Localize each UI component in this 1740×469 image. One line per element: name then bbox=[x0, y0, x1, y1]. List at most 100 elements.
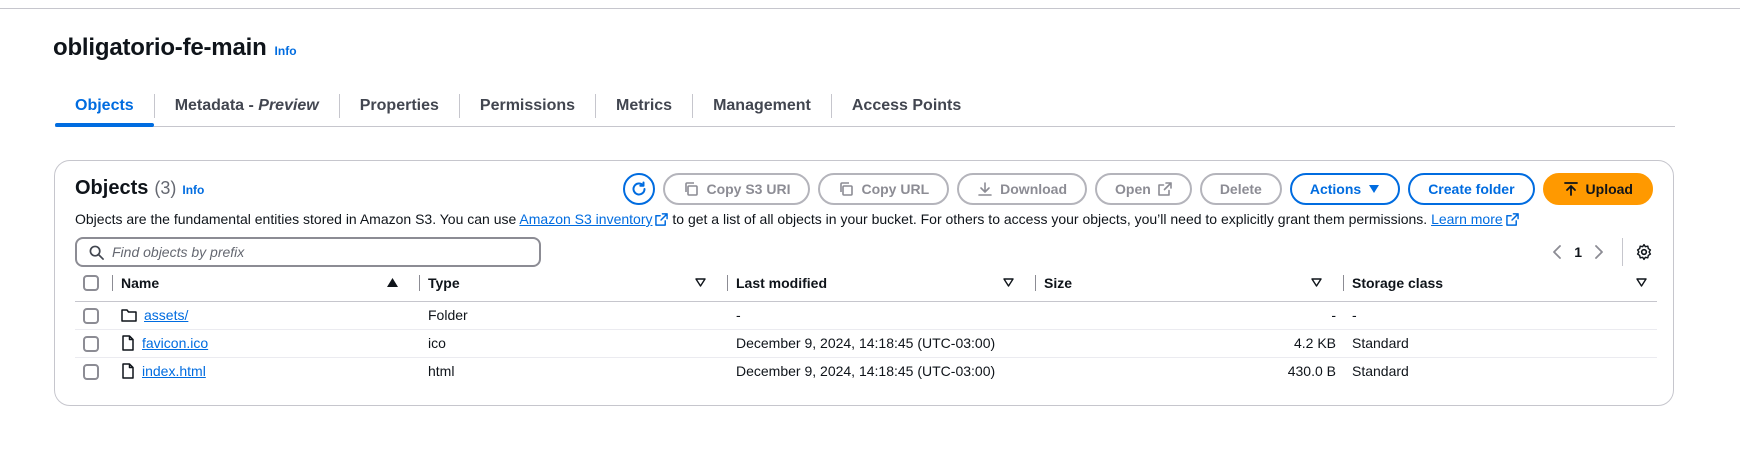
tab-properties[interactable]: Properties bbox=[340, 86, 459, 126]
file-icon bbox=[122, 335, 134, 351]
object-name-link[interactable]: favicon.ico bbox=[142, 335, 208, 351]
objects-panel: Objects (3) Info Copy S3 URI Copy URL Do… bbox=[54, 160, 1674, 406]
bucket-header: obligatorio-fe-main Info bbox=[53, 34, 297, 62]
gear-icon bbox=[1636, 243, 1652, 261]
delete-label: Delete bbox=[1219, 181, 1262, 197]
object-size: 430.0 B bbox=[1287, 363, 1336, 380]
bucket-info-link[interactable]: Info bbox=[275, 44, 297, 58]
tab-label: Management bbox=[713, 97, 811, 114]
tab-label: Access Points bbox=[851, 97, 962, 114]
tab-objects[interactable]: Objects bbox=[55, 86, 154, 127]
row-checkbox[interactable] bbox=[83, 307, 99, 324]
caret-down-icon bbox=[1369, 185, 1380, 193]
pager-divider bbox=[1622, 238, 1623, 266]
object-type: html bbox=[428, 363, 455, 380]
column-header-last-modified[interactable]: Last modified bbox=[728, 265, 1036, 302]
copy-s3-uri-label: Copy S3 URI bbox=[706, 181, 791, 197]
tab-metadata[interactable]: Metadata - Preview bbox=[155, 86, 339, 126]
object-last-modified: - bbox=[728, 301, 1036, 330]
description-text: Objects are the fundamental entities sto… bbox=[75, 211, 520, 227]
current-page[interactable]: 1 bbox=[1574, 244, 1582, 260]
tab-permissions[interactable]: Permissions bbox=[460, 86, 595, 126]
next-page-button[interactable] bbox=[1594, 244, 1604, 260]
row-checkbox[interactable] bbox=[83, 363, 99, 380]
table-row[interactable]: index.html html December 9, 2024, 14:18:… bbox=[75, 357, 1657, 385]
column-label: Type bbox=[428, 274, 460, 291]
download-label: Download bbox=[1000, 181, 1068, 197]
object-storage-class: - bbox=[1344, 301, 1657, 330]
chevron-right-icon bbox=[1595, 245, 1603, 259]
column-header-storage-class[interactable]: Storage class bbox=[1344, 265, 1657, 302]
objects-description: Objects are the fundamental entities sto… bbox=[75, 211, 1519, 227]
object-name-link[interactable]: index.html bbox=[142, 363, 206, 379]
copy-icon bbox=[840, 182, 854, 196]
sort-icon bbox=[1311, 278, 1322, 287]
object-name-link[interactable]: assets/ bbox=[144, 307, 188, 323]
tab-label: Objects bbox=[75, 97, 134, 114]
download-button[interactable]: Download bbox=[957, 173, 1088, 205]
column-label: Storage class bbox=[1352, 274, 1444, 291]
upload-button[interactable]: Upload bbox=[1542, 173, 1653, 205]
chevron-left-icon bbox=[1553, 245, 1562, 259]
column-header-name[interactable]: Name bbox=[113, 265, 420, 302]
upload-icon bbox=[1563, 182, 1578, 196]
upload-label: Upload bbox=[1585, 181, 1633, 197]
column-header-type[interactable]: Type bbox=[420, 265, 728, 302]
table-header-row: Name Type Last modified Size Storage cla… bbox=[75, 265, 1657, 302]
copy-s3-uri-button[interactable]: Copy S3 URI bbox=[663, 173, 811, 205]
search-icon bbox=[89, 245, 104, 260]
objects-panel-header: Objects (3) Info bbox=[75, 177, 204, 200]
object-type: ico bbox=[420, 329, 728, 358]
bucket-tabs: Objects Metadata - Preview Properties Pe… bbox=[55, 86, 1675, 127]
learn-more-link[interactable]: Learn more bbox=[1431, 211, 1503, 227]
actions-dropdown-button[interactable]: Actions bbox=[1289, 173, 1401, 205]
tab-label-suffix: Preview bbox=[258, 97, 319, 114]
objects-count: (3) bbox=[154, 178, 177, 198]
preferences-button[interactable] bbox=[1635, 243, 1653, 261]
create-folder-label: Create folder bbox=[1428, 181, 1515, 197]
tab-label: Metrics bbox=[616, 97, 673, 114]
select-all-header bbox=[75, 265, 113, 302]
tab-label: Permissions bbox=[479, 97, 576, 114]
sort-icon bbox=[1003, 278, 1014, 287]
delete-button[interactable]: Delete bbox=[1199, 173, 1282, 205]
object-storage-class: Standard bbox=[1344, 329, 1657, 358]
tab-access-points[interactable]: Access Points bbox=[832, 86, 981, 126]
tab-label: Metadata - bbox=[174, 97, 254, 114]
folder-icon bbox=[121, 309, 137, 322]
object-last-modified: December 9, 2024, 14:18:45 (UTC-03:00) bbox=[736, 363, 996, 380]
previous-page-button[interactable] bbox=[1552, 244, 1562, 260]
external-link-icon bbox=[655, 213, 669, 226]
external-link-icon bbox=[1158, 182, 1172, 196]
object-storage-class: Standard bbox=[1352, 363, 1409, 380]
row-checkbox[interactable] bbox=[83, 335, 99, 352]
object-last-modified: December 9, 2024, 14:18:45 (UTC-03:00) bbox=[728, 329, 1036, 358]
table-row[interactable]: assets/ Folder - - - bbox=[75, 301, 1657, 330]
file-icon bbox=[122, 363, 134, 379]
tab-management[interactable]: Management bbox=[693, 86, 831, 126]
select-all-checkbox[interactable] bbox=[83, 275, 99, 292]
s3-inventory-link[interactable]: Amazon S3 inventory bbox=[519, 211, 652, 227]
create-folder-button[interactable]: Create folder bbox=[1408, 173, 1535, 205]
open-button[interactable]: Open bbox=[1095, 173, 1192, 205]
objects-title: Objects bbox=[75, 177, 149, 199]
external-link-icon bbox=[1505, 213, 1519, 226]
refresh-button[interactable] bbox=[623, 173, 656, 205]
column-header-size[interactable]: Size bbox=[1036, 265, 1344, 302]
objects-info-link[interactable]: Info bbox=[182, 183, 204, 197]
copy-url-button[interactable]: Copy URL bbox=[818, 173, 950, 205]
search-field bbox=[75, 237, 541, 267]
object-type: Folder bbox=[420, 301, 728, 330]
search-input[interactable] bbox=[112, 244, 512, 260]
object-size: 4.2 KB bbox=[1036, 329, 1344, 358]
table-row[interactable]: favicon.ico ico December 9, 2024, 14:18:… bbox=[75, 329, 1657, 358]
sort-ascending-icon bbox=[387, 278, 398, 288]
open-label: Open bbox=[1115, 181, 1151, 197]
sort-icon bbox=[1636, 278, 1647, 287]
top-divider bbox=[0, 8, 1740, 9]
object-size: - bbox=[1036, 301, 1344, 330]
refresh-icon bbox=[632, 181, 646, 196]
column-label: Name bbox=[121, 274, 160, 291]
tab-metrics[interactable]: Metrics bbox=[596, 86, 692, 126]
column-label: Size bbox=[1044, 274, 1073, 291]
